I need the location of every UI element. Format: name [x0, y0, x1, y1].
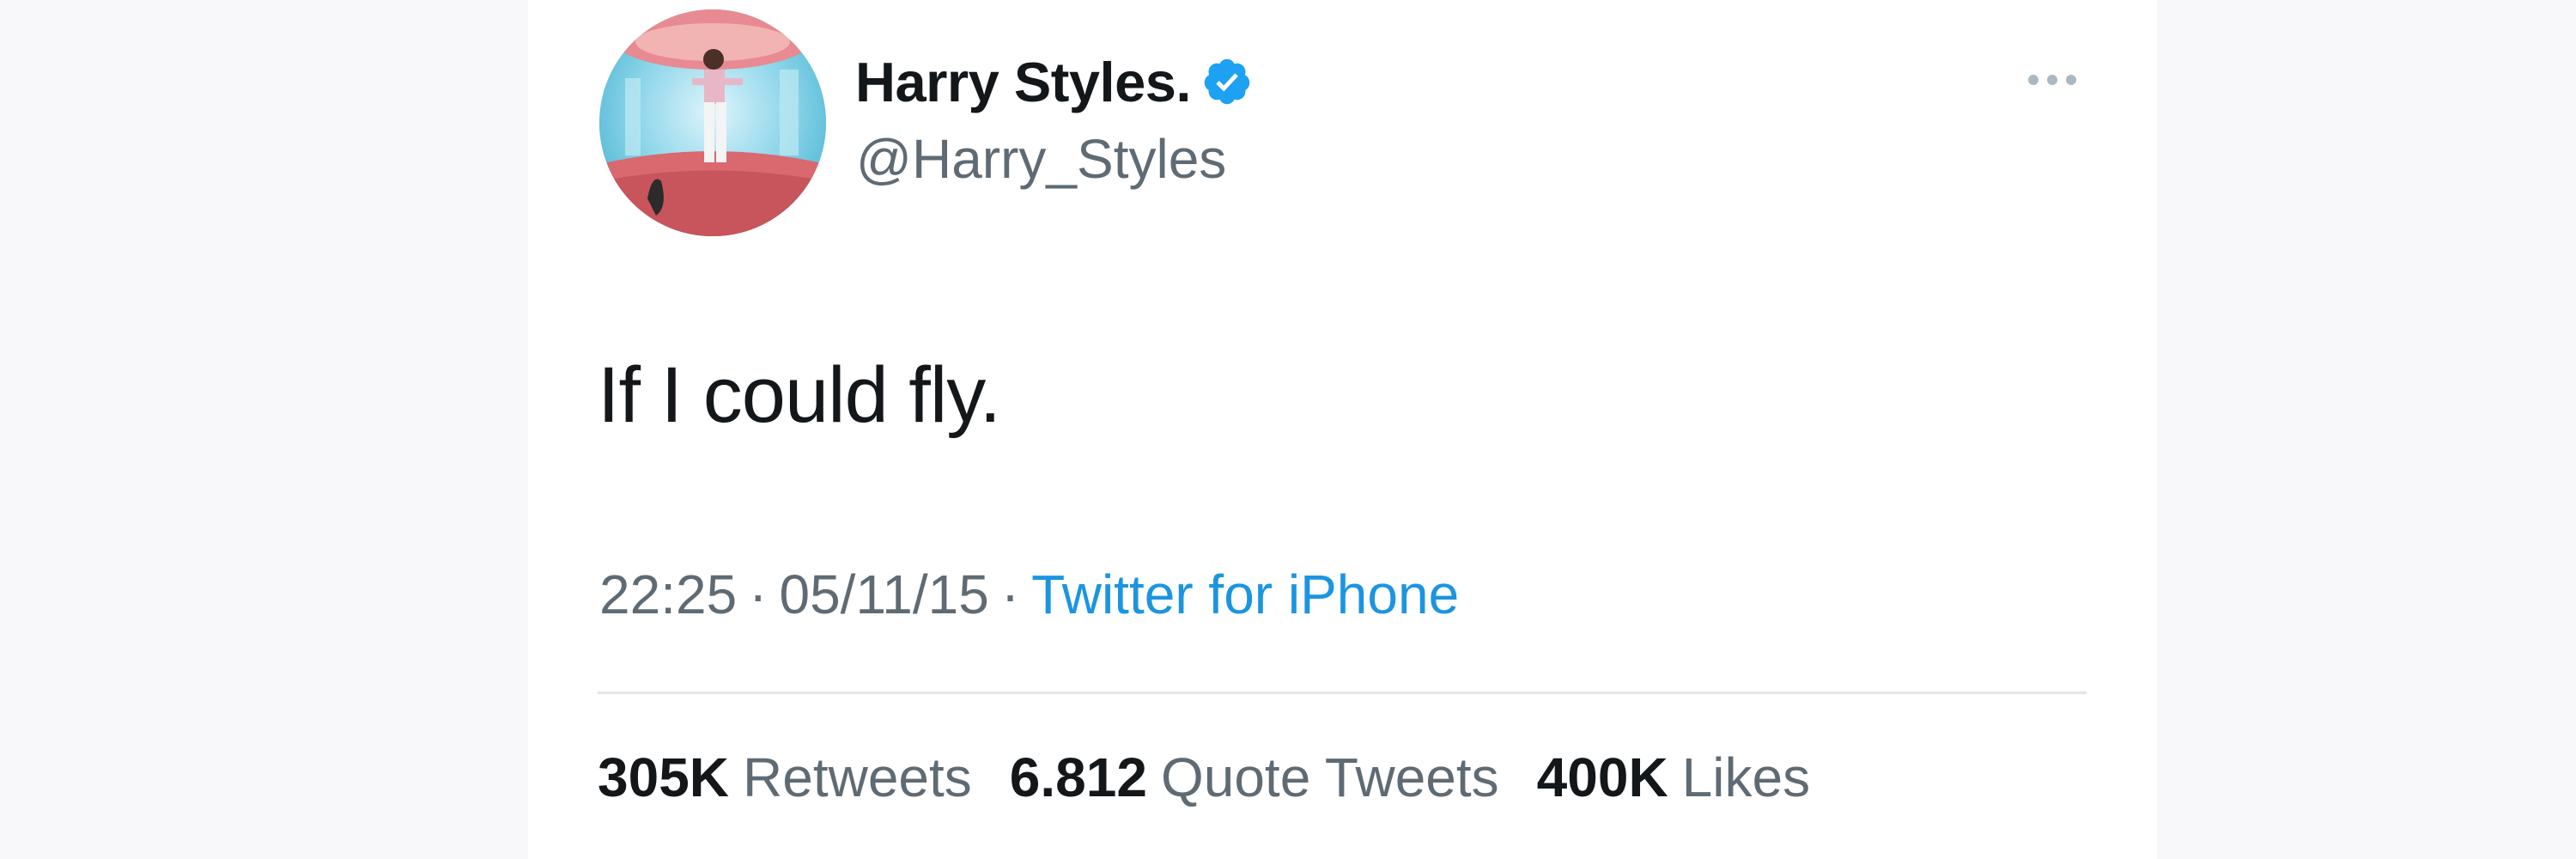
meta-separator: ·	[1000, 564, 1020, 625]
likes-label: Likes	[1681, 746, 1811, 808]
divider	[598, 691, 2087, 694]
quote-tweets-count: 6.812	[1009, 746, 1147, 808]
tweet-meta: 22:25 · 05/11/15 · Twitter for iPhone	[599, 563, 1459, 626]
display-name[interactable]: Harry Styles.	[855, 50, 1191, 114]
verified-badge-icon	[1201, 56, 1253, 107]
more-dots-icon	[2028, 75, 2076, 85]
more-options-button[interactable]	[2014, 58, 2091, 101]
tweet-stats: 305K Retweets 6.812 Quote Tweets 400K Li…	[598, 746, 1848, 809]
tweet-card: Harry Styles. @Harry_Styles If I could f…	[528, 0, 2157, 859]
retweets-count: 305K	[598, 746, 729, 808]
avatar-photo	[599, 9, 826, 236]
quote-tweets-stat[interactable]: 6.812 Quote Tweets	[1010, 746, 1499, 809]
retweets-stat[interactable]: 305K Retweets	[598, 746, 972, 809]
likes-stat[interactable]: 400K Likes	[1537, 746, 1810, 809]
author-name-row: Harry Styles.	[855, 43, 1253, 120]
tweet-source-link[interactable]: Twitter for iPhone	[1031, 563, 1459, 626]
retweets-label: Retweets	[743, 746, 972, 808]
quote-tweets-label: Quote Tweets	[1160, 746, 1499, 808]
likes-count: 400K	[1536, 746, 1668, 808]
avatar[interactable]	[599, 9, 826, 236]
tweet-text: If I could fly.	[598, 351, 1001, 439]
right-background	[2157, 0, 2576, 859]
tweet-time[interactable]: 22:25	[599, 563, 737, 626]
meta-separator: ·	[749, 564, 768, 625]
left-background	[0, 0, 528, 859]
user-handle[interactable]: @Harry_Styles	[856, 127, 1226, 191]
tweet-date[interactable]: 05/11/15	[779, 563, 988, 626]
